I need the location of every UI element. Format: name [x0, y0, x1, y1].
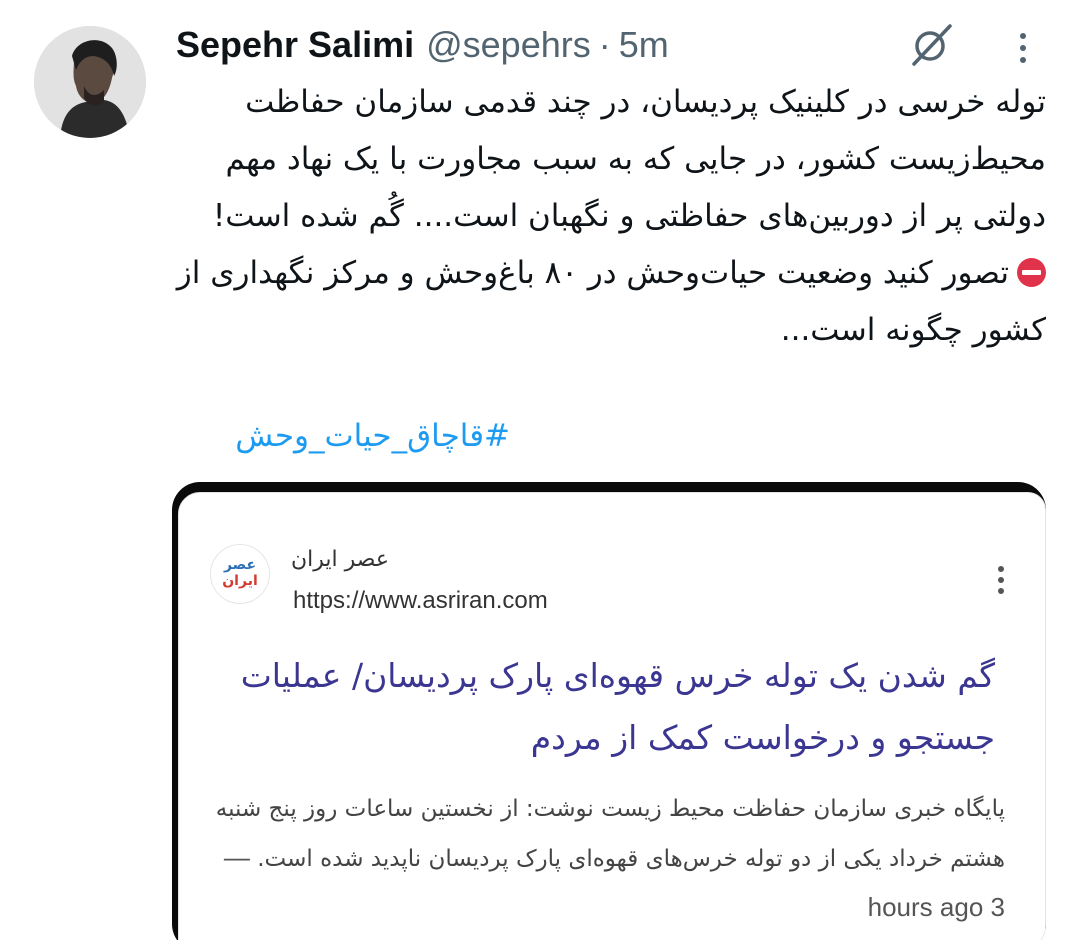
- source-name: عصر ایران: [291, 547, 389, 572]
- snippet-text: پایگاه خبری سازمان حفاظت محیط زیست نوشت:…: [215, 796, 1005, 872]
- grok-icon[interactable]: [906, 20, 956, 70]
- tweet[interactable]: Sepehr Salimi @sepehrs · 5m توله خرسی در…: [0, 0, 1080, 940]
- tweet-paragraph-2-text: تصور کنید وضعیت حیات‌وحش در ۸۰ باغ‌وحش و…: [176, 255, 1046, 348]
- header-separator: ·: [598, 24, 611, 65]
- tweet-paragraph-1: توله خرسی در کلینیک پردیسان، در چند قدمی…: [212, 84, 1046, 234]
- no-entry-icon: [1017, 258, 1046, 287]
- logo-text-bottom: ایران: [222, 573, 258, 589]
- hashtag-link[interactable]: #قاچاق_حیات_وحش: [235, 408, 510, 465]
- author-handle[interactable]: @sepehrs: [426, 24, 591, 66]
- avatar[interactable]: [34, 26, 146, 138]
- tweet-text: توله خرسی در کلینیک پردیسان، در چند قدمی…: [170, 74, 1046, 359]
- tweet-paragraph-2: تصور کنید وضعیت حیات‌وحش در ۸۰ باغ‌وحش و…: [170, 245, 1046, 359]
- source-logo: عصر ایران: [211, 545, 269, 603]
- logo-text-top: عصر: [223, 557, 257, 573]
- article-snippet: پایگاه خبری سازمان حفاظت محیط زیست نوشت:…: [209, 785, 1005, 933]
- hashtag-line: #قاچاق_حیات_وحش: [170, 408, 1046, 465]
- snippet-time: 3 hours ago: [867, 892, 1005, 922]
- media-attachment[interactable]: عصر ایران عصر ایران https://www.asriran.…: [172, 482, 1046, 940]
- author-name[interactable]: Sepehr Salimi: [176, 24, 414, 66]
- card-more-icon[interactable]: [991, 563, 1011, 597]
- source-url[interactable]: https://www.asriran.com: [293, 587, 548, 615]
- news-card[interactable]: عصر ایران عصر ایران https://www.asriran.…: [178, 492, 1046, 940]
- tweet-timestamp[interactable]: 5m: [619, 24, 669, 66]
- article-headline[interactable]: گم شدن یک توله خرس قهوه‌ای پارک پردیسان/…: [209, 645, 995, 769]
- more-vertical-icon[interactable]: [1006, 26, 1040, 70]
- tweet-header: Sepehr Salimi @sepehrs · 5m: [176, 20, 669, 70]
- snippet-dash: —: [223, 842, 250, 872]
